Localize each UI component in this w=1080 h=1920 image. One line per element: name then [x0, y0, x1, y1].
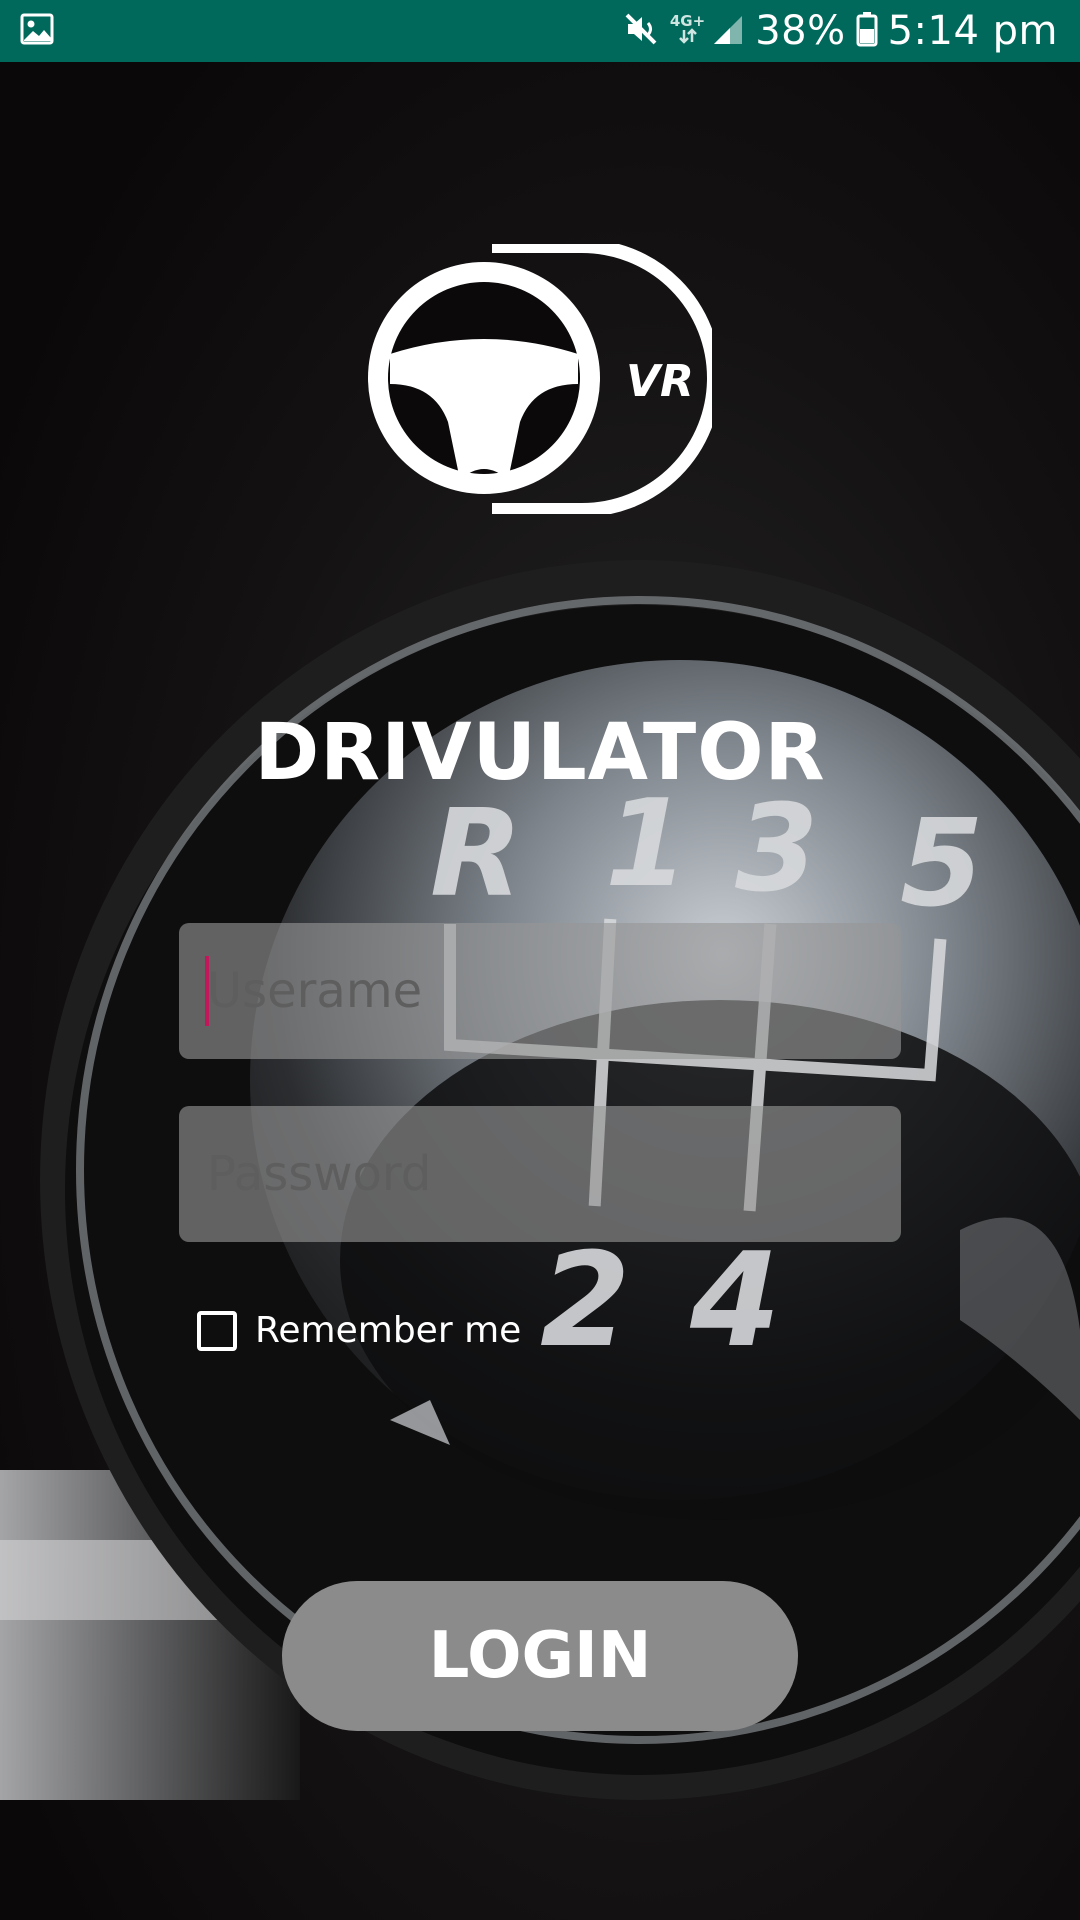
status-bar-left — [20, 13, 54, 49]
username-input[interactable] — [207, 923, 901, 1059]
svg-text:2: 2 — [540, 1224, 630, 1376]
steering-wheel-vr-logo: VR — [368, 244, 712, 514]
clock: 5:14 pm — [887, 8, 1058, 54]
remember-me-row[interactable]: Remember me — [197, 1310, 521, 1351]
login-button[interactable]: LOGIN — [282, 1581, 798, 1731]
status-bar: 4G+ 38% 5:14 pm — [0, 0, 1080, 62]
network-type-label: 4G+ — [669, 12, 706, 30]
remember-me-label[interactable]: Remember me — [255, 1310, 521, 1351]
svg-text:3: 3 — [735, 780, 819, 919]
remember-me-checkbox[interactable] — [197, 1310, 237, 1351]
svg-text:4: 4 — [689, 1224, 780, 1376]
battery-icon — [856, 11, 878, 51]
login-screen: R 1 3 5 2 4 4G+ 38% 5:14 pm VR DRIVULATO… — [0, 0, 1080, 1920]
status-bar-right: 4G+ 38% 5:14 pm — [622, 8, 1058, 54]
data-arrows-icon — [678, 28, 698, 48]
image-icon — [20, 13, 54, 49]
svg-text:R: R — [430, 785, 522, 924]
network-indicator: 4G+ — [670, 14, 705, 48]
cell-signal-icon — [711, 12, 745, 50]
svg-text:5: 5 — [900, 795, 984, 934]
app-title: DRIVULATOR — [254, 708, 826, 798]
vibrate-off-icon — [622, 11, 660, 51]
logo-vr-text: VR — [626, 356, 694, 407]
password-field[interactable] — [179, 1106, 901, 1242]
username-field[interactable] — [179, 923, 901, 1059]
password-input[interactable] — [207, 1106, 901, 1242]
battery-percent: 38% — [755, 8, 846, 54]
text-cursor — [205, 956, 209, 1026]
